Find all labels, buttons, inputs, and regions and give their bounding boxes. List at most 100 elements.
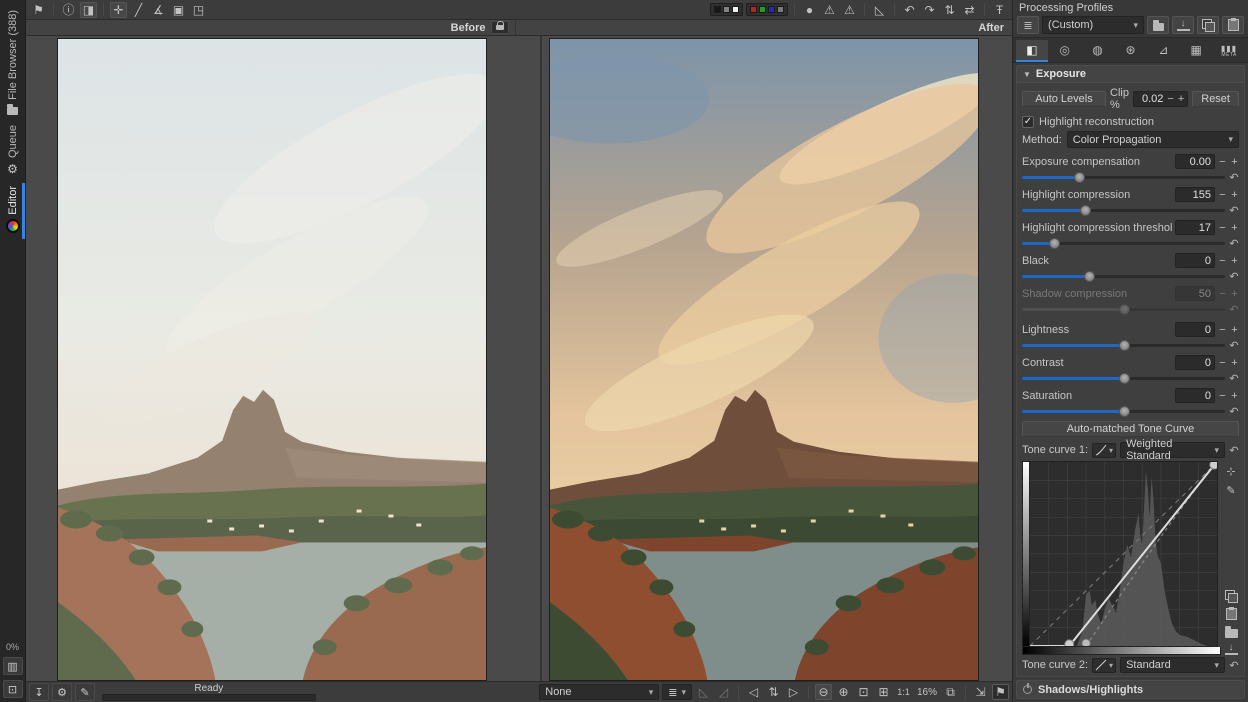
zoom-in-button[interactable]: ⊕: [835, 684, 852, 700]
info-icon[interactable]: ⓘ: [60, 2, 77, 18]
copy-curve-icon[interactable]: [1225, 590, 1238, 603]
reset-icon[interactable]: ↶: [1229, 270, 1239, 283]
highlight-reconstruction-checkbox[interactable]: ✓: [1022, 116, 1034, 128]
load-profile-button[interactable]: [1147, 16, 1169, 34]
tool-shadows-highlights[interactable]: Shadows/Highlights: [1016, 680, 1245, 699]
slider-track[interactable]: [1022, 405, 1225, 417]
reset-icon[interactable]: ↶: [1229, 237, 1239, 250]
increment-button[interactable]: +: [1230, 222, 1239, 234]
tab-transform[interactable]: ⊿: [1147, 40, 1179, 62]
decrement-button[interactable]: −: [1218, 390, 1227, 402]
decrement-button[interactable]: −: [1218, 357, 1227, 369]
slider-value[interactable]: 0: [1175, 253, 1215, 268]
contrast-mask-icon[interactable]: ◺: [871, 2, 888, 18]
reset-icon[interactable]: ↶: [1229, 339, 1239, 352]
bg-white-swatch[interactable]: [732, 6, 739, 13]
increment-button[interactable]: +: [1230, 324, 1239, 336]
curve-point[interactable]: [1081, 638, 1091, 647]
edit-point-icon[interactable]: ⊹: [1226, 465, 1235, 478]
curve-point[interactable]: [1064, 639, 1075, 647]
reset-icon[interactable]: ↶: [1229, 171, 1239, 184]
increment-button[interactable]: +: [1230, 255, 1239, 267]
increment-button[interactable]: +: [1230, 189, 1239, 201]
increment-button[interactable]: +: [1178, 93, 1184, 105]
decrement-button[interactable]: −: [1218, 255, 1227, 267]
save-curve-icon[interactable]: ↓: [1224, 643, 1238, 655]
red-channel-swatch[interactable]: [750, 6, 757, 13]
resize-icon[interactable]: ◳: [190, 2, 207, 18]
increment-button[interactable]: +: [1230, 156, 1239, 168]
tab-exposure[interactable]: ◧: [1016, 40, 1048, 62]
reset-icon[interactable]: ↶: [1229, 659, 1239, 672]
reset-icon[interactable]: ↶: [1229, 204, 1239, 217]
zoom-fit-button[interactable]: ⊡: [855, 684, 872, 700]
sidebar-item-editor[interactable]: Editor: [5, 186, 20, 233]
tab-advanced[interactable]: ⊛: [1115, 40, 1147, 62]
bg-dark-swatch[interactable]: [714, 6, 721, 13]
blue-channel-swatch[interactable]: [768, 6, 775, 13]
luma-channel-swatch[interactable]: [777, 6, 784, 13]
colorpicker-crosshair-icon[interactable]: ✛: [110, 1, 127, 18]
fine-rotation-icon[interactable]: ∡: [150, 2, 167, 18]
decrement-button[interactable]: −: [1218, 189, 1227, 201]
crop-icon[interactable]: ▣: [170, 2, 187, 18]
slider-knob[interactable]: [1083, 270, 1095, 282]
slider-value[interactable]: 0: [1175, 322, 1215, 337]
paste-curve-icon[interactable]: [1225, 607, 1237, 620]
swap-before-after-button[interactable]: ⇅: [765, 684, 782, 700]
slider-knob[interactable]: [1118, 339, 1130, 351]
decrement-button[interactable]: −: [1218, 222, 1227, 234]
fullscreen-button[interactable]: ⇲: [972, 684, 989, 700]
pick-tool-toggle[interactable]: ⚑: [992, 684, 1010, 700]
tab-detail[interactable]: ◎: [1049, 40, 1081, 62]
photo-after[interactable]: [549, 38, 979, 681]
copy-profile-button[interactable]: [1197, 16, 1219, 34]
profile-select[interactable]: (Custom) ▾: [1042, 16, 1144, 34]
decrement-button[interactable]: −: [1218, 156, 1227, 168]
shadow-clipping-icon[interactable]: ⚠: [841, 2, 858, 18]
slider-knob[interactable]: [1073, 171, 1085, 183]
preview-canvas[interactable]: [26, 36, 1012, 681]
flip-horizontal-icon[interactable]: ⇄: [961, 2, 978, 18]
tone-curve-2-mode-select[interactable]: Standard ▾: [1120, 657, 1225, 673]
curve-type-2-select[interactable]: ▾: [1092, 657, 1117, 673]
tab-raw[interactable]: ▦: [1180, 40, 1212, 62]
save-profile-button[interactable]: ↓: [1172, 16, 1194, 34]
tone-curve-editor[interactable]: ⊹ ✎ ↓: [1022, 461, 1239, 655]
slider-knob[interactable]: [1118, 372, 1130, 384]
slider-knob[interactable]: [1049, 237, 1061, 249]
tab-color[interactable]: ◍: [1082, 40, 1114, 62]
auto-matched-tone-curve-button[interactable]: Auto-matched Tone Curve: [1022, 421, 1239, 437]
slider-knob[interactable]: [1118, 405, 1130, 417]
slider-track[interactable]: [1022, 372, 1225, 384]
clip-spinner[interactable]: 0.02 − +: [1133, 91, 1189, 107]
curve-type-1-select[interactable]: ▾: [1092, 442, 1117, 458]
slider-track[interactable]: [1022, 171, 1225, 183]
slider-value[interactable]: 0: [1175, 355, 1215, 370]
increment-button[interactable]: +: [1230, 390, 1239, 402]
background-color-swatches[interactable]: [710, 3, 743, 16]
slider-track[interactable]: [1022, 339, 1225, 351]
slider-track[interactable]: [1022, 270, 1225, 282]
detach-preview-button[interactable]: ⧉: [942, 684, 959, 700]
previous-image-button[interactable]: ◁: [745, 684, 762, 700]
highlight-clipping-icon[interactable]: ⚠: [821, 2, 838, 18]
channel-swatches[interactable]: [746, 3, 788, 16]
softproof-icon[interactable]: ◺: [695, 684, 712, 700]
zoom-out-button[interactable]: ⊖: [815, 684, 832, 700]
curve-plot[interactable]: [1030, 461, 1218, 647]
slider-value[interactable]: 0: [1175, 388, 1215, 403]
next-image-button[interactable]: ▷: [785, 684, 802, 700]
photo-before[interactable]: [57, 38, 487, 681]
profile-fill-mode-button[interactable]: ≣: [1017, 16, 1039, 34]
slider-track[interactable]: [1022, 204, 1225, 216]
pin-icon[interactable]: Ŧ: [991, 2, 1008, 18]
rotate-right-icon[interactable]: ↷: [921, 2, 938, 18]
add-to-queue-button[interactable]: ⚙: [52, 683, 72, 701]
green-channel-swatch[interactable]: [759, 6, 766, 13]
sidebar-item-file-browser[interactable]: File Browser (388): [7, 10, 19, 115]
slider-value[interactable]: 17: [1175, 220, 1215, 235]
false-color-icon[interactable]: ●: [801, 2, 818, 18]
slider-value[interactable]: 155: [1175, 187, 1215, 202]
zoom-100-button[interactable]: 1:1: [895, 684, 912, 700]
